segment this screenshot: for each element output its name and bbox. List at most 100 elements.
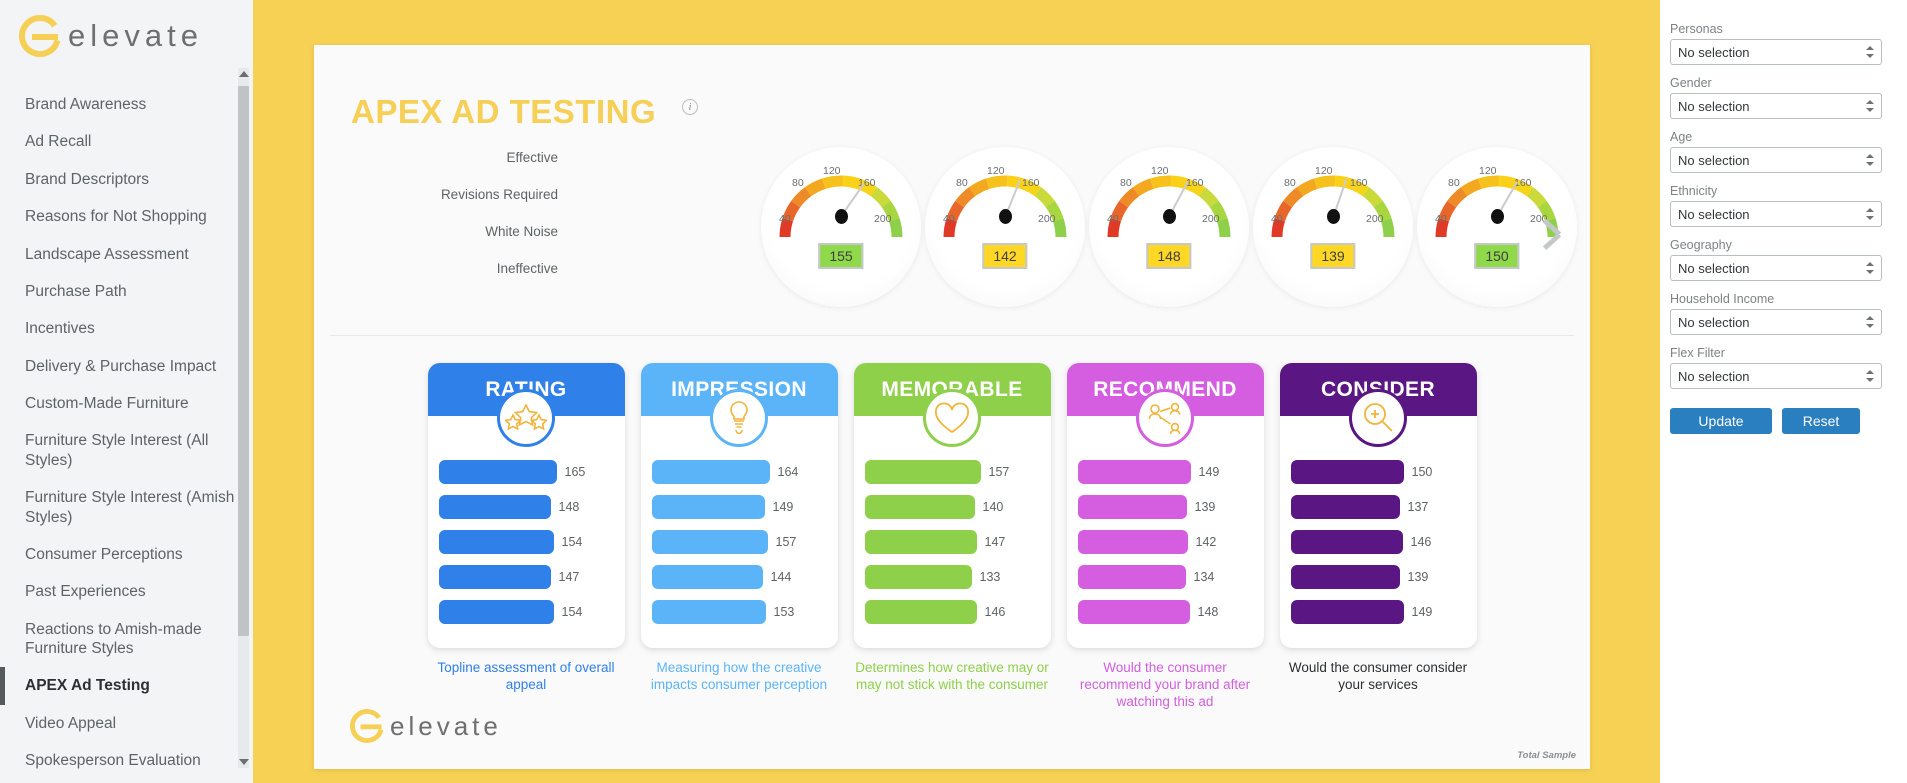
card-caption: Would the consumer recommend your brand … (1079, 660, 1251, 709)
bar (651, 495, 765, 519)
sidebar-item-apex-ad-testing[interactable]: APEX Ad Testing (0, 667, 235, 705)
gauge-hub (834, 209, 848, 224)
select-caret-icon[interactable] (1866, 315, 1874, 329)
page-title: APEX AD TESTING (351, 93, 657, 130)
filter-field: Age No selection (1670, 130, 1882, 173)
scroll-down-arrow-icon[interactable] (239, 759, 249, 765)
filter-label-personas: Personas (1670, 22, 1723, 36)
bar-value: 149 (1198, 465, 1220, 479)
gauge-tick-40: 40 (1107, 213, 1119, 225)
card-shell: RATING 165 148 154 147 154 (427, 363, 625, 648)
filter-field: Household Income No selection (1670, 292, 1882, 335)
bar (651, 565, 763, 589)
sidebar-item-video-appeal[interactable]: Video Appeal (0, 705, 235, 742)
bar-row: 153 (651, 599, 827, 625)
bar (438, 530, 554, 554)
bar-value: 134 (1193, 570, 1215, 584)
sidebar-item-purchase-path[interactable]: Purchase Path (0, 273, 235, 310)
select-caret-icon[interactable] (1866, 207, 1874, 221)
filter-label-flex-filter: Flex Filter (1670, 346, 1725, 360)
bar-value: 148 (558, 500, 580, 514)
filter-label-age: Age (1670, 130, 1693, 144)
sidebar-item-incentives[interactable]: Incentives (0, 310, 235, 347)
card-shell: RECOMMEND 149 139 142 134 148 (1066, 363, 1264, 648)
bar-value: 157 (775, 535, 797, 549)
gauge-tick-160: 160 (1350, 177, 1368, 189)
filter-select-flex-filter[interactable]: No selection (1670, 363, 1882, 389)
sidebar-item-reactions-to-amish-made-furniture-styles[interactable]: Reactions to Amish-made Furniture Styles (0, 611, 235, 668)
magnifier-icon (1349, 389, 1407, 447)
sidebar-scrollbar[interactable] (238, 68, 249, 768)
sidebar-item-landscape-assessment[interactable]: Landscape Assessment (0, 236, 235, 273)
select-caret-icon[interactable] (1866, 261, 1874, 275)
filter-select-household-income[interactable]: No selection (1670, 309, 1882, 335)
scroll-up-arrow-icon[interactable] (239, 71, 249, 77)
bar-value: 140 (982, 500, 1004, 514)
select-caret-icon[interactable] (1866, 45, 1874, 59)
gauge-tick-160: 160 (1022, 177, 1040, 189)
filter-select-geography[interactable]: No selection (1670, 255, 1882, 281)
update-button[interactable]: Update (1670, 408, 1772, 434)
gauge-tick-160: 160 (1186, 177, 1204, 189)
filter-select-gender[interactable]: No selection (1670, 93, 1882, 119)
sidebar-item-delivery-purchase-impact[interactable]: Delivery & Purchase Impact (0, 348, 235, 385)
bar (1290, 460, 1404, 484)
select-caret-icon[interactable] (1866, 153, 1874, 167)
bar (438, 460, 557, 484)
bar (651, 530, 768, 554)
bar-row: 165 (438, 459, 614, 485)
select-caret-icon[interactable] (1866, 369, 1874, 383)
app-root: elevate Brand Awareness Ad Recall Brand De… (0, 0, 1907, 783)
sidebar-item-ad-recall[interactable]: Ad Recall (0, 123, 235, 160)
bar (1077, 565, 1186, 589)
gauge-tick-80: 80 (956, 177, 968, 189)
sidebar-item-furniture-style-interest-all-styles[interactable]: Furniture Style Interest (All Styles) (0, 422, 235, 479)
gauge-4: 40 80 120 160 200 139 (1253, 147, 1413, 307)
filter-value: No selection (1678, 260, 1750, 276)
gauge-tick-200: 200 (1366, 213, 1384, 225)
stars-icon (497, 389, 555, 447)
sidebar-item-custom-made-furniture[interactable]: Custom-Made Furniture (0, 385, 235, 422)
bar-row: 157 (864, 459, 1040, 485)
gauge-tick-40: 40 (1435, 213, 1447, 225)
gauge-tick-200: 200 (1202, 213, 1220, 225)
filter-field: Ethnicity No selection (1670, 184, 1882, 227)
bar (1077, 600, 1190, 624)
gauge-label-effective: Effective (506, 150, 558, 165)
bar-value: 148 (1197, 605, 1219, 619)
gauge-label-ineffective: Ineffective (496, 261, 558, 276)
filter-actions: Update Reset (1670, 408, 1882, 434)
sidebar-item-reasons-for-not-shopping[interactable]: Reasons for Not Shopping (0, 198, 235, 235)
sidebar-item-furniture-style-interest-amish-styles[interactable]: Furniture Style Interest (Amish Styles) (0, 479, 235, 536)
sidebar-item-past-experiences[interactable]: Past Experiences (0, 573, 235, 610)
select-caret-icon[interactable] (1866, 99, 1874, 113)
bar-row: 157 (651, 529, 827, 555)
bar-value: 142 (1195, 535, 1217, 549)
card-shell: IMPRESSION 164 149 157 144 153 (640, 363, 838, 648)
bar (864, 460, 981, 484)
filter-select-personas[interactable]: No selection (1670, 39, 1882, 65)
sidebar-scroll-thumb[interactable] (238, 86, 249, 636)
gauge-tick-120: 120 (1315, 165, 1333, 177)
report-panel: APEX AD TESTING i Effective Revisions Req… (314, 45, 1590, 769)
sidebar-item-brand-awareness[interactable]: Brand Awareness (0, 86, 235, 123)
filter-select-ethnicity[interactable]: No selection (1670, 201, 1882, 227)
bar-value: 146 (984, 605, 1006, 619)
bar-row: 146 (1290, 529, 1466, 555)
filter-label-household-income: Household Income (1670, 292, 1775, 306)
filter-select-age[interactable]: No selection (1670, 147, 1882, 173)
gauge-label-revisions-required: Revisions Required (440, 187, 558, 202)
gauge-tick-80: 80 (1284, 177, 1296, 189)
filter-field: Personas No selection (1670, 22, 1882, 65)
sidebar-item-consumer-perceptions[interactable]: Consumer Perceptions (0, 536, 235, 573)
reset-button[interactable]: Reset (1782, 408, 1860, 434)
info-icon[interactable]: i (682, 99, 698, 115)
sidebar-item-spokesperson-evaluation[interactable]: Spokesperson Evaluation (0, 742, 235, 779)
metric-card-memorable: MEMORABLE 157 140 147 133 146 Determines… (853, 363, 1051, 711)
filter-value: No selection (1678, 44, 1750, 60)
gauge-hub (1162, 209, 1176, 224)
chevron-right-icon[interactable] (1542, 213, 1568, 259)
gauge-tick-40: 40 (779, 213, 791, 225)
sidebar-item-brand-descriptors[interactable]: Brand Descriptors (0, 161, 235, 198)
card-caption: Determines how creative may or may not s… (855, 660, 1049, 692)
